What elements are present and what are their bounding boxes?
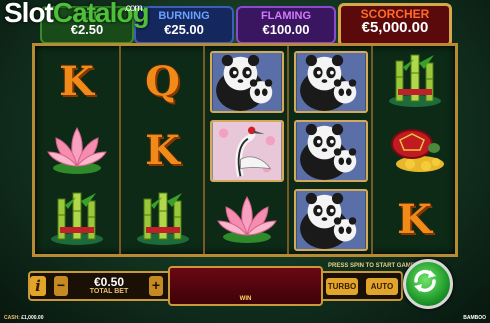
jackpot-flaming-value: €100.00 <box>262 22 310 37</box>
press-spin-message: PRESS SPIN TO START GAME <box>328 263 415 269</box>
symbol-turtle <box>375 117 454 183</box>
symbol-lotus <box>207 186 286 252</box>
symbol-panda <box>207 48 286 114</box>
bamboo-icon <box>128 187 198 252</box>
jackpot-scorcher-value: €5,000.00 <box>361 19 429 36</box>
watermark-domain: .com <box>124 3 143 14</box>
symbol-letter-q: Q <box>123 48 202 114</box>
symbol-panda <box>291 48 370 114</box>
bamboo-icon <box>380 49 450 114</box>
info-button[interactable]: i <box>30 276 46 296</box>
turtle-icon <box>380 118 450 183</box>
symbol-panda <box>291 117 370 183</box>
symbol-bamboo <box>375 48 454 114</box>
watermark-slot: Slot <box>4 0 54 28</box>
reel-5: K <box>371 46 456 254</box>
reel-4 <box>287 46 372 254</box>
cash-balance: CASH: £1,000.00 <box>4 315 43 321</box>
symbol-letter-k: K <box>375 186 454 252</box>
symbol-letter-k: K <box>37 48 116 114</box>
panda-icon <box>294 189 368 251</box>
jackpot-burning: BURNING €25.00 <box>134 6 234 44</box>
symbol-letter-text: K <box>145 126 180 174</box>
bet-increase-button[interactable]: + <box>149 276 163 296</box>
symbol-letter-text: K <box>59 57 94 105</box>
win-label: WIN <box>239 296 252 302</box>
crane-icon <box>210 120 284 182</box>
bamboo-icon <box>42 187 112 252</box>
reel-2: QK <box>119 46 204 254</box>
symbol-crane <box>207 117 286 183</box>
reel-grid: KQKK <box>32 43 458 257</box>
lotus-icon <box>212 187 282 252</box>
cash-label: CASH: <box>4 315 20 321</box>
panda-icon <box>210 51 284 113</box>
symbol-bamboo <box>123 186 202 252</box>
reel-1: K <box>35 46 118 254</box>
symbol-letter-text: Q <box>145 57 180 105</box>
turbo-button[interactable]: TURBO <box>326 278 358 295</box>
jackpot-flaming-label: FLAMING <box>260 10 312 22</box>
jackpot-scorcher: SCORCHER €5,000.00 <box>338 3 452 47</box>
panda-icon <box>294 120 368 182</box>
lotus-icon <box>42 118 112 183</box>
bet-decrease-button[interactable]: − <box>54 276 68 296</box>
symbol-letter-text: K <box>397 195 432 243</box>
symbol-lotus <box>37 117 116 183</box>
symbol-panda <box>291 186 370 252</box>
jackpot-burning-label: BURNING <box>158 10 210 22</box>
jackpot-burning-value: €25.00 <box>164 22 204 37</box>
jackpot-flaming: FLAMING €100.00 <box>236 6 336 44</box>
symbol-bamboo <box>37 186 116 252</box>
reel-3 <box>203 46 288 254</box>
autoplay-button[interactable]: AUTO <box>366 278 398 295</box>
panda-icon <box>294 51 368 113</box>
total-bet-label: TOTAL BET <box>89 288 129 295</box>
spin-arrows-icon <box>414 269 436 293</box>
spin-button[interactable] <box>403 259 453 309</box>
provider-brand: BAMBOO <box>463 315 486 321</box>
total-bet-value: €0.50 <box>93 275 125 289</box>
symbol-letter-k: K <box>123 117 202 183</box>
slotcatalog-watermark: SlotCatalog .com <box>4 0 150 29</box>
cash-value: £1,000.00 <box>21 315 44 321</box>
